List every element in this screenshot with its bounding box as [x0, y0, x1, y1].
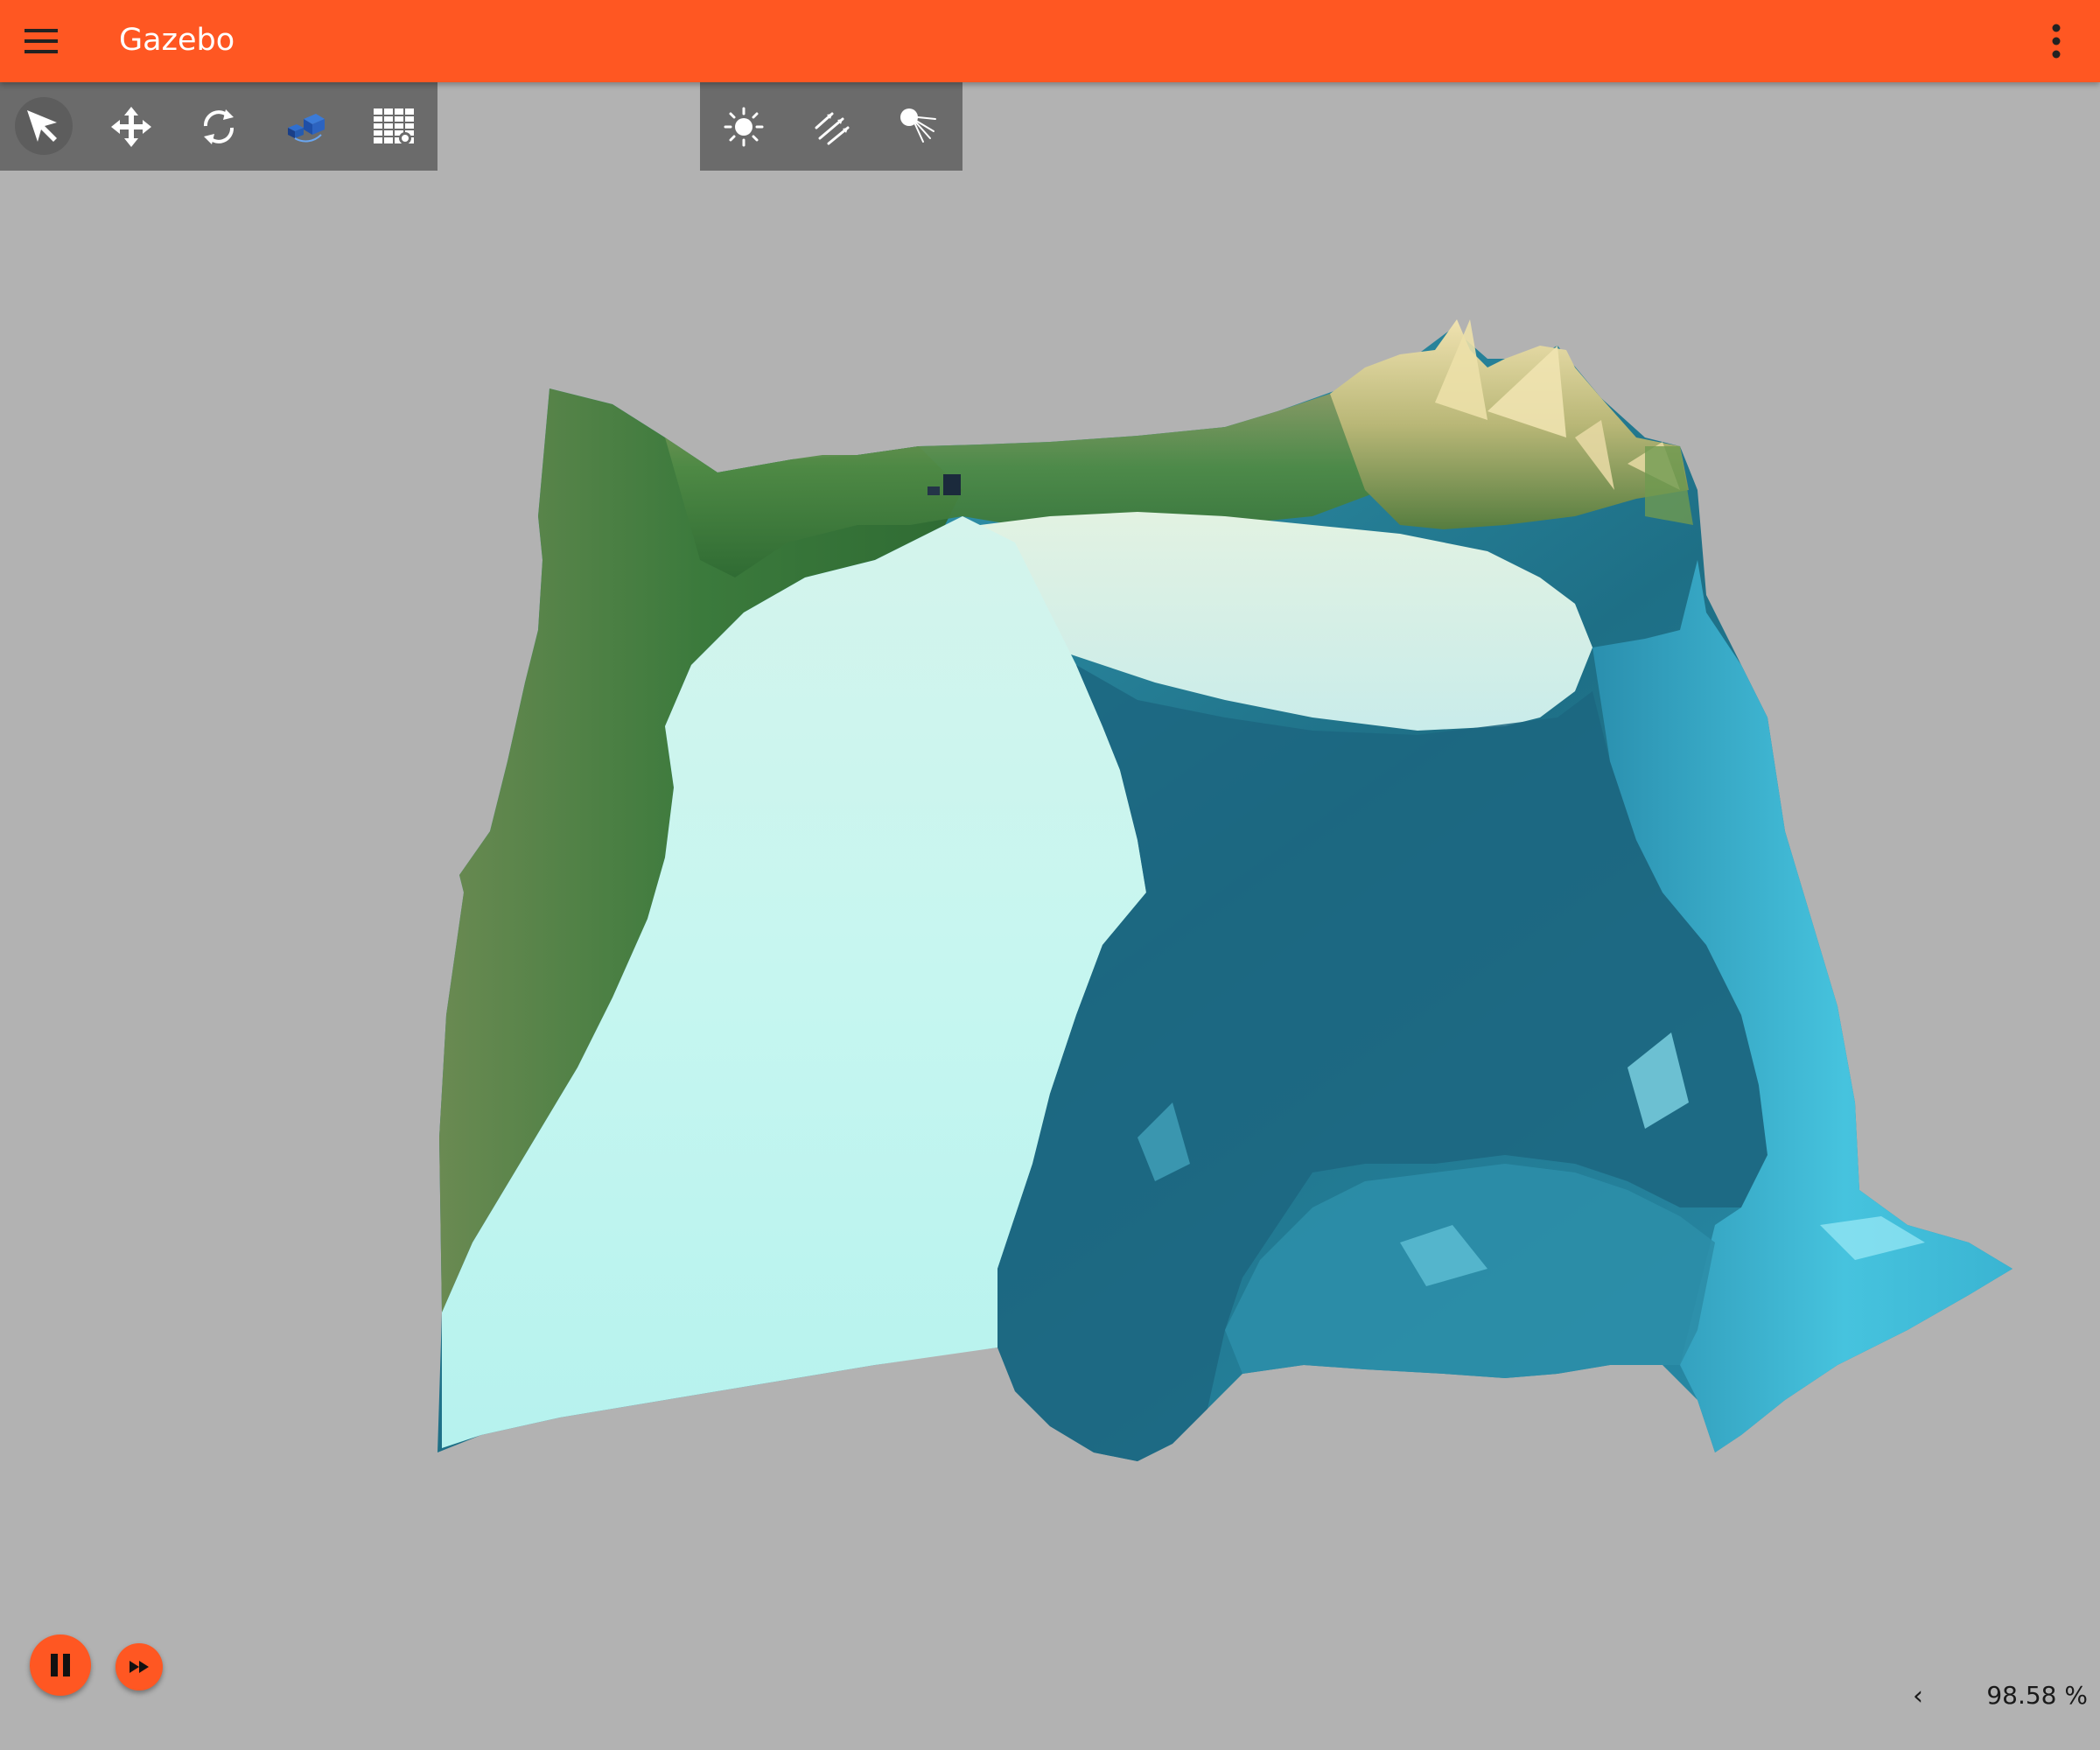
- heightmap-terrain[interactable]: [0, 82, 2100, 1750]
- point-light-button[interactable]: [700, 82, 788, 171]
- play-pause-button[interactable]: [30, 1634, 91, 1696]
- spot-light-button[interactable]: [875, 82, 962, 171]
- translate-tool-button[interactable]: [88, 82, 175, 171]
- transform-toolbar: [0, 82, 438, 171]
- transform-control-button[interactable]: [262, 82, 350, 171]
- real-time-factor: 98.58 %: [1986, 1681, 2088, 1710]
- directional-light-button[interactable]: [788, 82, 875, 171]
- spot-light-icon: [900, 108, 936, 143]
- scene-3d-viewport[interactable]: [0, 82, 2100, 1750]
- directional-light-icon: [815, 112, 850, 144]
- select-arrow-icon: [27, 109, 57, 142]
- translate-move-icon: [111, 106, 151, 147]
- sun-light-icon: [724, 107, 764, 146]
- pause-icon: [51, 1654, 70, 1676]
- rotate-tool-button[interactable]: [175, 82, 262, 171]
- hamburger-menu-button[interactable]: [16, 17, 66, 66]
- step-button[interactable]: [116, 1643, 163, 1690]
- hamburger-menu-icon: [24, 29, 58, 53]
- overflow-menu-button[interactable]: [2032, 17, 2081, 66]
- stats-expand-toggle[interactable]: ‹: [1900, 1678, 1936, 1713]
- grid-config-button[interactable]: [350, 82, 438, 171]
- transform-control-icon: [288, 113, 325, 142]
- app-title: Gazebo: [119, 23, 235, 58]
- title-bar: Gazebo: [0, 0, 2100, 82]
- grid-icon: [374, 108, 414, 144]
- chevron-left-icon: ‹: [1913, 1680, 1923, 1712]
- rotate-icon: [204, 108, 234, 144]
- fast-forward-icon: [130, 1661, 149, 1673]
- kebab-menu-icon: [2052, 24, 2061, 59]
- select-tool-button[interactable]: [0, 82, 88, 171]
- lights-toolbar: [700, 82, 962, 171]
